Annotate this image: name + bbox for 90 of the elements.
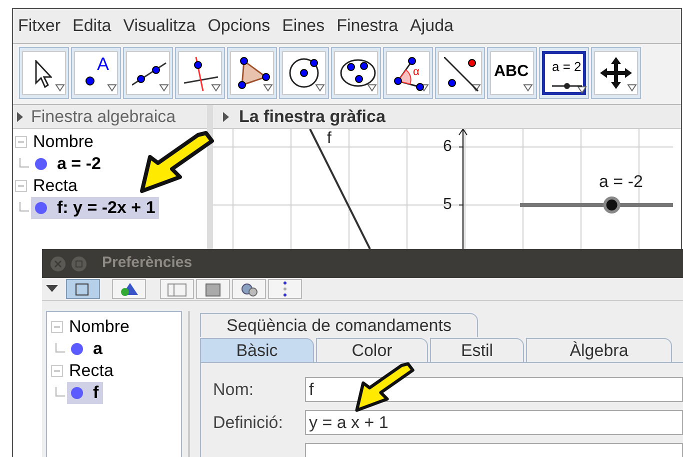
perpendicular-tool-icon bbox=[184, 57, 219, 92]
panel-header: La finestra gràfica bbox=[213, 105, 681, 129]
tool-button[interactable] bbox=[19, 47, 69, 99]
input-field[interactable]: y = a x + 1 bbox=[305, 410, 683, 435]
panel-title: Finestra algebraica bbox=[31, 106, 176, 128]
tool-button[interactable] bbox=[123, 47, 173, 99]
dropdown-triangle-icon bbox=[159, 84, 169, 92]
more-icon bbox=[282, 281, 288, 297]
tab[interactable]: Bàsic bbox=[200, 338, 314, 362]
tool-button[interactable] bbox=[591, 47, 641, 99]
tool-glyph: ABC bbox=[494, 64, 529, 80]
tab[interactable]: Color bbox=[316, 338, 428, 362]
tool-glyph: A bbox=[97, 55, 110, 73]
dropdown-triangle-icon bbox=[367, 84, 377, 92]
polygon-tool-icon bbox=[238, 57, 270, 89]
tree-item[interactable]: f: y = -2x + 1 bbox=[31, 197, 160, 219]
point-tool-icon bbox=[85, 76, 95, 86]
field-label: Definició: bbox=[213, 412, 284, 434]
tree-group-label[interactable]: Nombre bbox=[33, 129, 94, 155]
line-tool-icon bbox=[132, 62, 167, 86]
reflect-tool-icon bbox=[444, 57, 479, 92]
dot-icon bbox=[35, 158, 47, 170]
pan-tool-icon bbox=[600, 57, 632, 89]
dropdown-triangle-icon bbox=[55, 84, 65, 92]
tool-button[interactable] bbox=[279, 47, 329, 99]
dot-icon bbox=[35, 202, 47, 214]
tool-button[interactable]: α bbox=[383, 47, 433, 99]
slider-label: a = -2 bbox=[599, 173, 643, 190]
dialog-title: Preferències bbox=[102, 253, 192, 274]
dropdown-triangle-icon bbox=[315, 84, 325, 92]
settings-tab-button[interactable] bbox=[66, 279, 100, 299]
dropdown-triangle-icon bbox=[263, 84, 273, 92]
dropdown-triangle-icon bbox=[577, 86, 587, 94]
tree-line-icon bbox=[55, 387, 65, 399]
tool-button[interactable]: ABC bbox=[487, 47, 537, 99]
settings-tab-button[interactable] bbox=[112, 279, 146, 299]
dropdown-triangle-icon bbox=[523, 84, 533, 92]
menu-item[interactable]: Visualitza bbox=[122, 13, 197, 39]
slider-tool-icon bbox=[552, 82, 583, 90]
line-f[interactable] bbox=[309, 129, 371, 249]
line-label: f bbox=[327, 131, 332, 147]
menu-item[interactable]: Ajuda bbox=[409, 13, 455, 39]
dropdown-triangle-icon bbox=[107, 84, 117, 92]
tree-group-label[interactable]: Nombre bbox=[69, 314, 130, 340]
slider-handle[interactable] bbox=[603, 196, 620, 214]
collapse-icon bbox=[51, 321, 63, 333]
tab[interactable]: Seqüència de comandaments bbox=[200, 313, 478, 337]
dot-icon bbox=[71, 387, 83, 399]
tree-group-label[interactable]: Recta bbox=[33, 173, 78, 199]
settings-tab-button[interactable] bbox=[232, 279, 266, 299]
move-tool-icon bbox=[35, 60, 52, 88]
axis-tick-label: 6 bbox=[443, 139, 452, 155]
tool-button[interactable] bbox=[331, 47, 381, 99]
settings-tab-button[interactable] bbox=[196, 279, 230, 299]
dropdown-triangle-icon bbox=[627, 84, 637, 92]
settings-tab-button[interactable] bbox=[268, 279, 302, 299]
tree-line-icon bbox=[55, 343, 65, 355]
tool-button[interactable] bbox=[175, 47, 225, 99]
menu-item[interactable]: Fitxer bbox=[17, 13, 62, 39]
dropdown-triangle-icon bbox=[211, 84, 221, 92]
tree-item[interactable]: f bbox=[67, 382, 103, 404]
dot-icon bbox=[71, 343, 83, 355]
arrow-icon bbox=[352, 359, 416, 415]
tree-line-icon bbox=[19, 202, 29, 214]
expand-icon bbox=[17, 112, 23, 122]
input-field[interactable]: f bbox=[305, 377, 683, 402]
circle-tool-icon bbox=[289, 58, 319, 88]
tree-group-label[interactable]: Recta bbox=[69, 358, 114, 384]
conic-tool-icon bbox=[340, 59, 376, 87]
menu-item[interactable]: Eines bbox=[281, 13, 326, 39]
tool-button[interactable] bbox=[227, 47, 277, 99]
collapse-icon bbox=[51, 365, 63, 377]
field-label: Nom: bbox=[213, 378, 255, 401]
tab[interactable]: Estil bbox=[430, 338, 524, 362]
menu-item[interactable]: Finestra bbox=[336, 13, 400, 39]
dropdown-icon bbox=[46, 285, 58, 293]
axis-tick-label: 5 bbox=[443, 197, 452, 213]
tool-glyph: α bbox=[413, 67, 420, 78]
menu-item[interactable]: Opcions bbox=[206, 13, 272, 39]
slider-track[interactable] bbox=[520, 195, 673, 215]
tool-button[interactable]: A bbox=[71, 47, 121, 99]
dropdown-triangle-icon bbox=[471, 84, 481, 92]
angle-tool-icon bbox=[394, 57, 424, 91]
tool-button[interactable] bbox=[435, 47, 485, 99]
menu-item[interactable]: Edita bbox=[72, 13, 112, 39]
tree-line-icon bbox=[19, 158, 29, 170]
tool-button[interactable]: a = 2 bbox=[539, 47, 589, 99]
tool-glyph: a = 2 bbox=[552, 60, 582, 73]
tab[interactable]: Àlgebra bbox=[526, 338, 672, 362]
expand-icon bbox=[223, 112, 229, 122]
